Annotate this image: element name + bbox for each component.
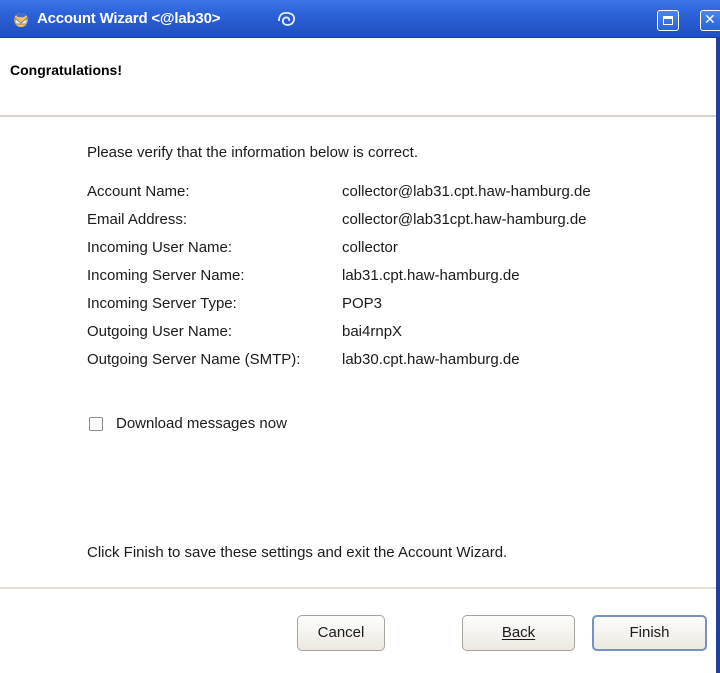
page-title: Congratulations! bbox=[10, 62, 122, 78]
cancel-button[interactable]: Cancel bbox=[297, 615, 385, 651]
maximize-icon bbox=[663, 16, 673, 25]
back-button[interactable]: Back bbox=[462, 615, 575, 651]
info-value: lab31.cpt.haw-hamburg.de bbox=[342, 267, 520, 284]
info-value: lab30.cpt.haw-hamburg.de bbox=[342, 351, 520, 368]
window-border bbox=[716, 38, 720, 673]
download-messages-label[interactable]: Download messages now bbox=[116, 415, 287, 432]
info-label: Email Address: bbox=[87, 211, 188, 228]
info-label: Incoming User Name: bbox=[87, 239, 233, 256]
window-title: Account Wizard <@lab30> bbox=[37, 10, 221, 27]
footer-divider bbox=[0, 587, 720, 589]
intro-text: Please verify that the information below… bbox=[87, 144, 418, 161]
back-button-label: Back bbox=[501, 624, 536, 641]
info-value: POP3 bbox=[342, 295, 383, 312]
maximize-button[interactable] bbox=[657, 10, 679, 31]
info-label: Incoming Server Type: bbox=[87, 295, 237, 312]
info-label: Incoming Server Name: bbox=[87, 267, 245, 284]
title-bar[interactable]: Account Wizard <@lab30> ✕ bbox=[0, 0, 720, 38]
info-value: collector@lab31.cpt.haw-hamburg.de bbox=[342, 183, 591, 200]
wizard-content: Please verify that the information below… bbox=[0, 117, 720, 587]
info-value: bai4rnpX bbox=[342, 323, 403, 340]
close-icon: ✕ bbox=[704, 12, 716, 28]
close-button[interactable]: ✕ bbox=[700, 10, 720, 31]
info-label: Account Name: bbox=[87, 183, 190, 200]
download-messages-checkbox[interactable] bbox=[89, 417, 103, 431]
info-label: Outgoing Server Name (SMTP): bbox=[87, 351, 301, 368]
info-value: collector bbox=[342, 239, 398, 256]
info-label: Outgoing User Name: bbox=[87, 323, 233, 340]
wizard-header: Congratulations! bbox=[0, 38, 720, 115]
thunderbird-icon bbox=[14, 13, 28, 27]
info-value: collector@lab31cpt.haw-hamburg.de bbox=[342, 211, 587, 228]
finish-instruction: Click Finish to save these settings and … bbox=[87, 544, 508, 561]
swirl-icon bbox=[278, 12, 296, 26]
finish-button[interactable]: Finish bbox=[592, 615, 707, 651]
